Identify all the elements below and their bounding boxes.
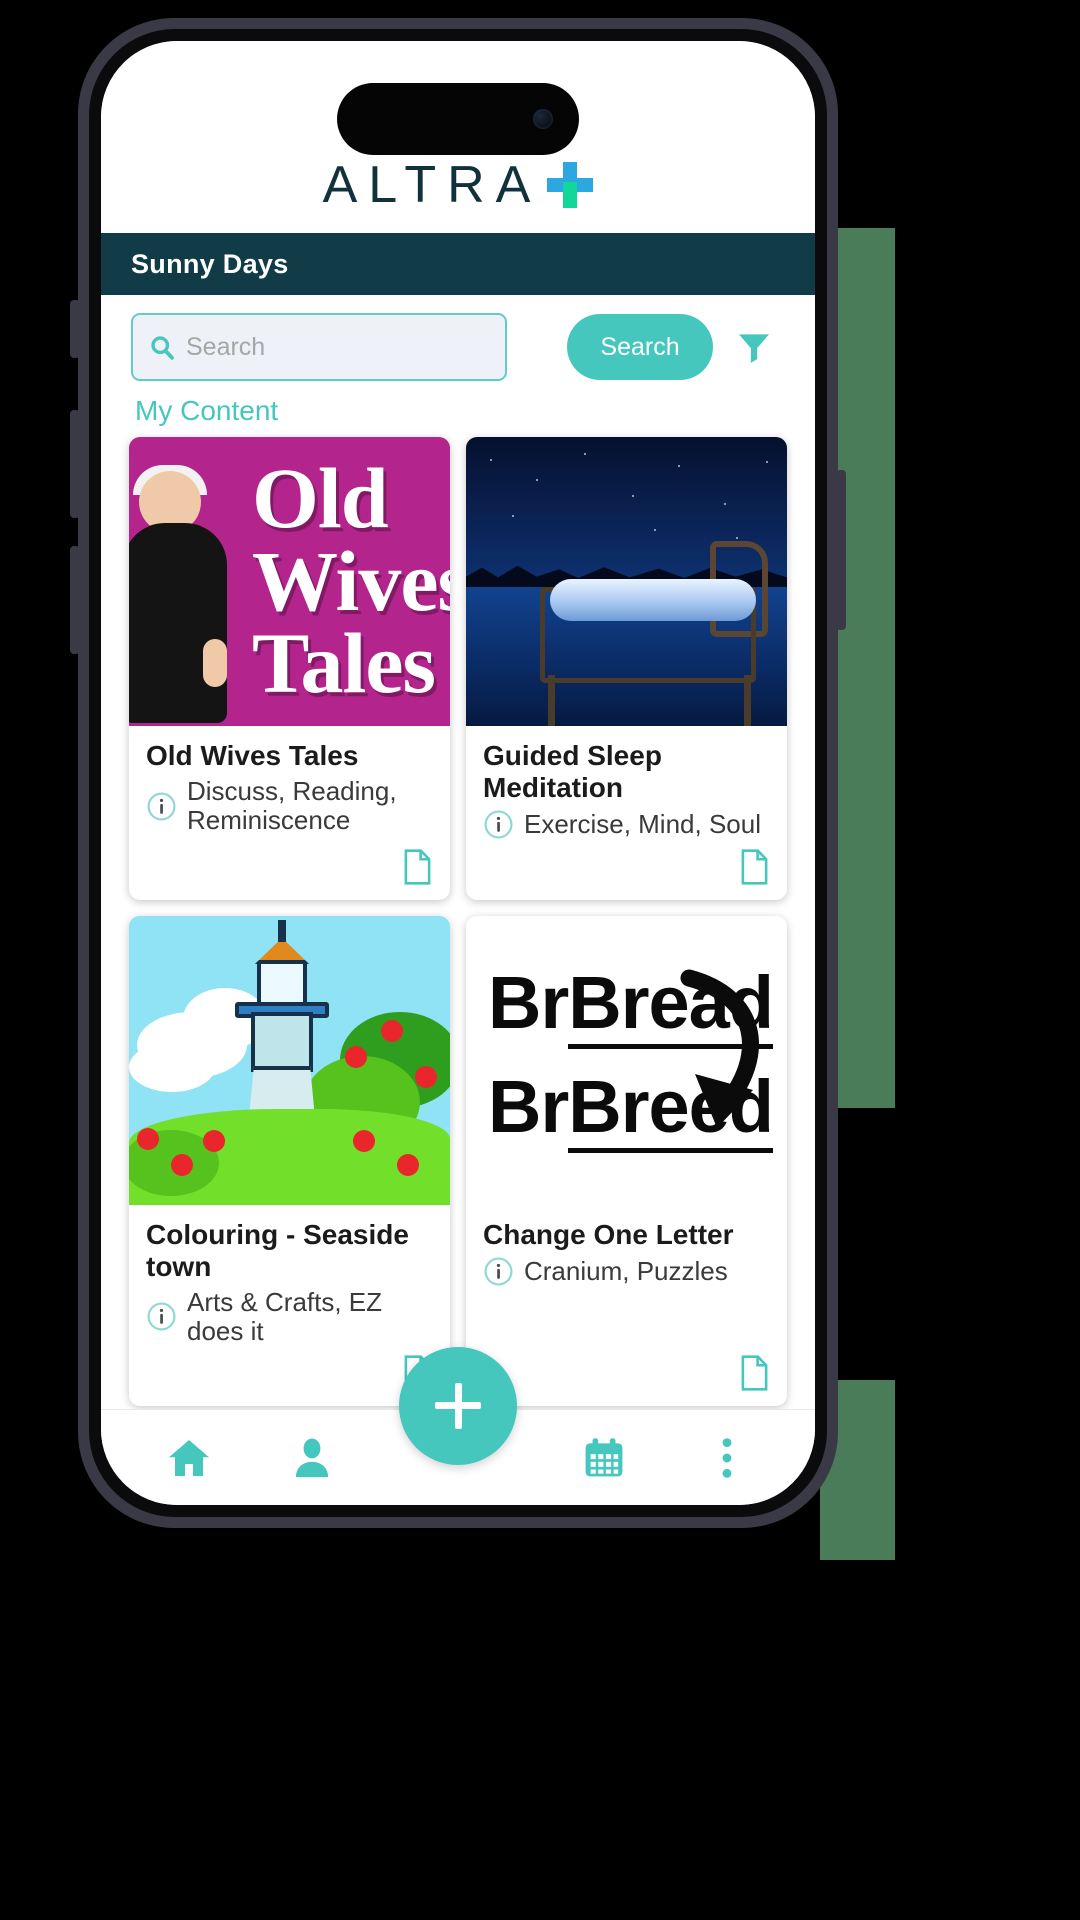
phone-screen: ALTRA Sunny Days Search Search My Conten… xyxy=(101,41,815,1505)
card-tags: Cranium, Puzzles xyxy=(524,1255,728,1286)
dynamic-island xyxy=(337,83,579,155)
info-icon[interactable] xyxy=(146,1301,177,1332)
plus-icon xyxy=(431,1379,485,1433)
phone-frame: ALTRA Sunny Days Search Search My Conten… xyxy=(78,18,838,1528)
front-camera-icon xyxy=(533,109,553,129)
screenshot-stage: ALTRA Sunny Days Search Search My Conten… xyxy=(0,0,1080,1920)
card-title: Change One Letter xyxy=(483,1218,734,1250)
altra-logo: ALTRA xyxy=(323,155,594,215)
nav-calendar-button[interactable] xyxy=(567,1421,641,1495)
curved-arrow-icon xyxy=(680,969,759,1128)
card-tag-row: Arts & Crafts, EZ does it xyxy=(146,1286,433,1346)
info-icon[interactable] xyxy=(146,791,177,822)
content-card[interactable]: BrBread BrBreed Change One Letter Craniu… xyxy=(466,915,787,1406)
card-tag-row: Exercise, Mind, Soul xyxy=(483,809,770,840)
info-icon[interactable] xyxy=(483,809,514,840)
document-icon[interactable] xyxy=(739,848,770,886)
card-tags: Arts & Crafts, EZ does it xyxy=(187,1286,383,1346)
info-icon[interactable] xyxy=(483,1256,514,1287)
card-tags: Exercise, Mind, Soul xyxy=(524,808,761,839)
card-thumbnail-colouring-seaside-town xyxy=(129,915,450,1205)
document-icon[interactable] xyxy=(402,848,433,886)
nav-more-button[interactable] xyxy=(690,1421,764,1495)
document-icon[interactable] xyxy=(739,1354,770,1392)
content-card[interactable]: Old Wives Tales Old Wives Tales Discuss,… xyxy=(129,437,450,900)
content-card-grid: Old Wives Tales Old Wives Tales Discuss,… xyxy=(101,437,815,1406)
search-input-wrapper[interactable] xyxy=(131,313,507,381)
card-thumbnail-change-one-letter: BrBread BrBreed xyxy=(466,915,787,1205)
card-thumbnail-old-wives-tales: Old Wives Tales xyxy=(129,437,450,726)
card-tag-row: Discuss, Reading, Reminiscence xyxy=(146,775,433,836)
search-button[interactable]: Search xyxy=(567,314,713,380)
card-body: Guided Sleep Meditation Exercise, Mind, … xyxy=(466,726,787,840)
card-title: Old Wives Tales xyxy=(146,740,359,771)
search-input[interactable] xyxy=(186,332,489,362)
card-body: Colouring - Seaside town Arts & Crafts, … xyxy=(129,1205,450,1346)
card-tag-row: Cranium, Puzzles xyxy=(483,1256,770,1287)
phone-bezel: ALTRA Sunny Days Search Search My Conten… xyxy=(89,29,827,1517)
calendar-icon xyxy=(585,1437,622,1476)
card-tags: Discuss, Reading, Reminiscence xyxy=(187,775,397,836)
home-icon xyxy=(168,1439,209,1476)
person-icon xyxy=(296,1437,329,1477)
plus-icon xyxy=(547,162,594,208)
more-vertical-icon xyxy=(722,1437,732,1478)
add-content-fab[interactable] xyxy=(399,1347,517,1465)
card-footer xyxy=(466,840,787,900)
content-card[interactable]: Guided Sleep Meditation Exercise, Mind, … xyxy=(466,437,787,900)
search-row: Search xyxy=(101,295,815,381)
search-icon xyxy=(151,335,174,360)
page-title: Sunny Days xyxy=(131,248,289,279)
my-content-link[interactable]: My Content xyxy=(101,381,815,437)
nav-home-button[interactable] xyxy=(152,1421,226,1495)
filter-funnel-icon xyxy=(739,334,769,363)
card-thumbnail-guided-sleep-meditation xyxy=(466,437,787,726)
logo-wordmark: ALTRA xyxy=(322,156,542,214)
thumbnail-title-text: Old Wives Tales xyxy=(252,450,450,712)
content-card[interactable]: Colouring - Seaside town Arts & Crafts, … xyxy=(129,915,450,1406)
old-woman-illustration xyxy=(129,465,231,723)
card-body: Old Wives Tales Discuss, Reading, Remini… xyxy=(129,726,450,840)
card-body: Change One Letter Cranium, Puzzles xyxy=(466,1205,787,1346)
bed-mattress xyxy=(550,579,756,621)
card-title: Colouring - Seaside town xyxy=(146,1218,409,1282)
nav-profile-button[interactable] xyxy=(275,1421,349,1495)
main-content: Search My Content xyxy=(101,295,815,1409)
card-footer xyxy=(129,840,450,900)
card-title: Guided Sleep Meditation xyxy=(483,740,662,803)
filter-button[interactable] xyxy=(731,324,777,370)
page-title-bar: Sunny Days xyxy=(101,233,815,295)
